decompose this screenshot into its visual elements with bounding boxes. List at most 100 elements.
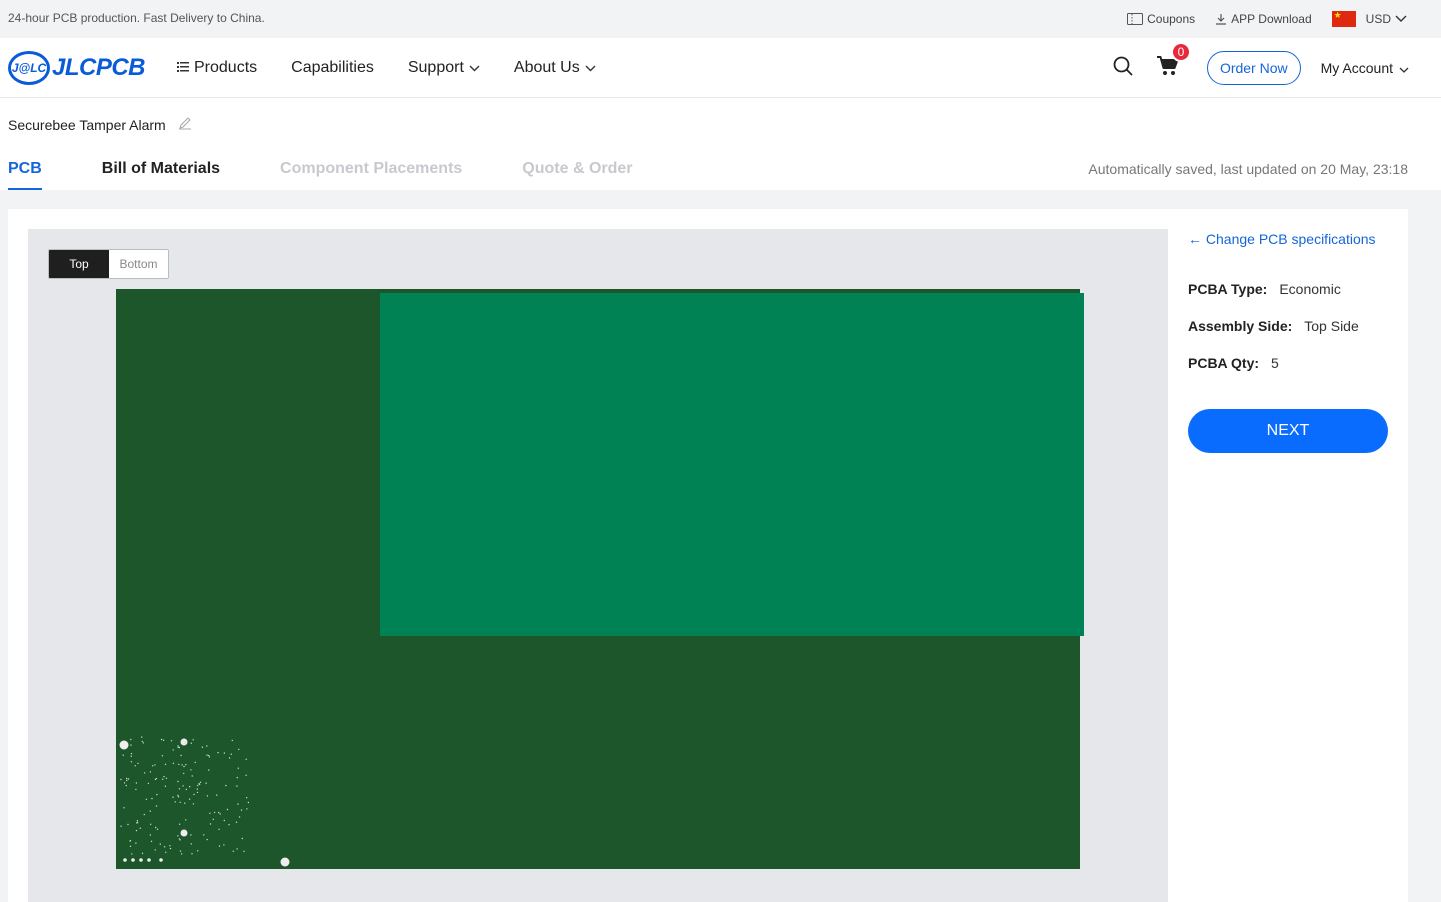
via-dot	[198, 783, 200, 785]
via-dot	[142, 742, 144, 744]
change-pcb-specs-link[interactable]: ← Change PCB specifications	[1188, 231, 1398, 247]
via-dot	[130, 753, 133, 755]
via-dot	[149, 810, 151, 812]
nav-actions: 0 Order Now My Account	[1113, 38, 1409, 98]
via-dot	[152, 765, 154, 767]
via-dot	[145, 798, 148, 800]
currency-selector[interactable]: USD	[1331, 10, 1407, 27]
via-dot	[129, 845, 132, 847]
via-dot	[218, 845, 221, 847]
nav-links: Products Capabilities Support About Us	[177, 38, 630, 98]
via-dot	[177, 796, 180, 798]
top-side-button[interactable]: Top	[49, 250, 109, 278]
via-dot	[135, 782, 138, 784]
via-dot	[192, 803, 195, 805]
coupons-label: Coupons	[1147, 12, 1196, 26]
pcb-vias	[119, 736, 290, 867]
via-dot	[160, 738, 163, 741]
via-dot	[209, 823, 212, 825]
logo-text: JLCPCB	[52, 54, 146, 81]
via-dot	[150, 840, 153, 842]
via-dot	[183, 772, 185, 775]
pcba-qty-label: PCBA Qty:	[1188, 355, 1260, 371]
via-dot	[246, 808, 248, 810]
cart-count-badge: 0	[1170, 41, 1191, 62]
via-dot	[208, 769, 210, 771]
promo-text: 24-hour PCB production. Fast Delivery to…	[8, 11, 265, 25]
via-dot	[189, 786, 191, 788]
search-icon	[1113, 56, 1133, 81]
search-button[interactable]	[1113, 56, 1133, 81]
via-dot	[149, 834, 151, 836]
via-dot	[127, 823, 129, 826]
via-dot	[137, 821, 139, 824]
via-dot	[164, 785, 167, 787]
top-announcement-bar: 24-hour PCB production. Fast Delivery to…	[0, 0, 1441, 38]
via-dot	[179, 850, 182, 852]
via-dot	[230, 753, 232, 755]
via-dot	[170, 740, 173, 742]
via-dot	[238, 748, 240, 751]
via-dot	[177, 780, 179, 783]
nav-support[interactable]: Support	[408, 59, 480, 77]
via-dot	[206, 838, 208, 841]
via-dot	[190, 834, 192, 836]
via-dot	[150, 823, 152, 825]
via-dot	[155, 805, 158, 807]
coupons-link[interactable]: Coupons	[1127, 12, 1195, 26]
pcb-board-render[interactable]	[116, 289, 1084, 869]
via-dot	[237, 767, 239, 769]
pcba-type-label: PCBA Type:	[1188, 281, 1268, 297]
via-dot	[137, 762, 139, 765]
app-download-link[interactable]: APP Download	[1215, 12, 1312, 26]
nav-products[interactable]: Products	[177, 59, 257, 77]
via-dot	[139, 827, 141, 829]
chevron-down-icon	[585, 59, 596, 77]
via-dot	[165, 777, 168, 779]
via-dot	[199, 781, 202, 783]
via-dot	[130, 738, 132, 741]
via-dot	[178, 788, 181, 790]
pcba-qty-value: 5	[1271, 355, 1279, 371]
china-flag-icon	[1331, 10, 1356, 27]
pcb-viewer: Top Bottom	[28, 229, 1168, 902]
jlcpcb-logo[interactable]: J@LC JLCPCB	[8, 51, 146, 85]
download-icon	[1215, 13, 1227, 25]
my-account-label: My Account	[1320, 60, 1393, 76]
assembly-side-row: Assembly Side: Top Side	[1188, 318, 1398, 334]
via-dot	[183, 765, 185, 768]
via-dot	[163, 846, 166, 848]
next-button[interactable]: NEXT	[1188, 409, 1388, 453]
pcba-type-value: Economic	[1279, 281, 1341, 297]
nav-about[interactable]: About Us	[514, 59, 596, 77]
via-dot	[123, 782, 126, 784]
nav-support-label: Support	[407, 59, 464, 76]
my-account-menu[interactable]: My Account	[1321, 60, 1409, 76]
nav-capabilities[interactable]: Capabilities	[291, 59, 374, 77]
order-now-button[interactable]: Order Now	[1206, 51, 1301, 85]
via-dot	[178, 823, 181, 825]
edit-pencil-icon[interactable]	[178, 116, 192, 133]
via-dot	[181, 764, 183, 766]
assembly-side-value: Top Side	[1304, 318, 1359, 334]
bottom-side-button[interactable]: Bottom	[109, 250, 168, 278]
pcb-spec-panel: ← Change PCB specifications PCBA Type: E…	[1188, 229, 1398, 453]
via-dot	[185, 788, 187, 791]
via-dot	[126, 777, 128, 780]
tab-pcb[interactable]: PCB	[8, 160, 42, 190]
via-dot	[182, 785, 184, 787]
via-dot	[125, 784, 127, 787]
via-dot	[155, 777, 158, 780]
via-dot	[191, 853, 193, 855]
via-dot	[185, 764, 187, 766]
tab-bill-of-materials[interactable]: Bill of Materials	[102, 160, 220, 190]
via-dot	[141, 852, 144, 854]
cart-button[interactable]: 0	[1156, 41, 1191, 81]
app-download-label: APP Download	[1231, 12, 1312, 26]
via-dot	[131, 853, 133, 855]
via-dot	[162, 739, 165, 741]
chevron-down-icon	[469, 59, 480, 77]
via-dot	[240, 809, 243, 811]
via-dot	[169, 847, 172, 850]
via-dot	[164, 763, 167, 765]
